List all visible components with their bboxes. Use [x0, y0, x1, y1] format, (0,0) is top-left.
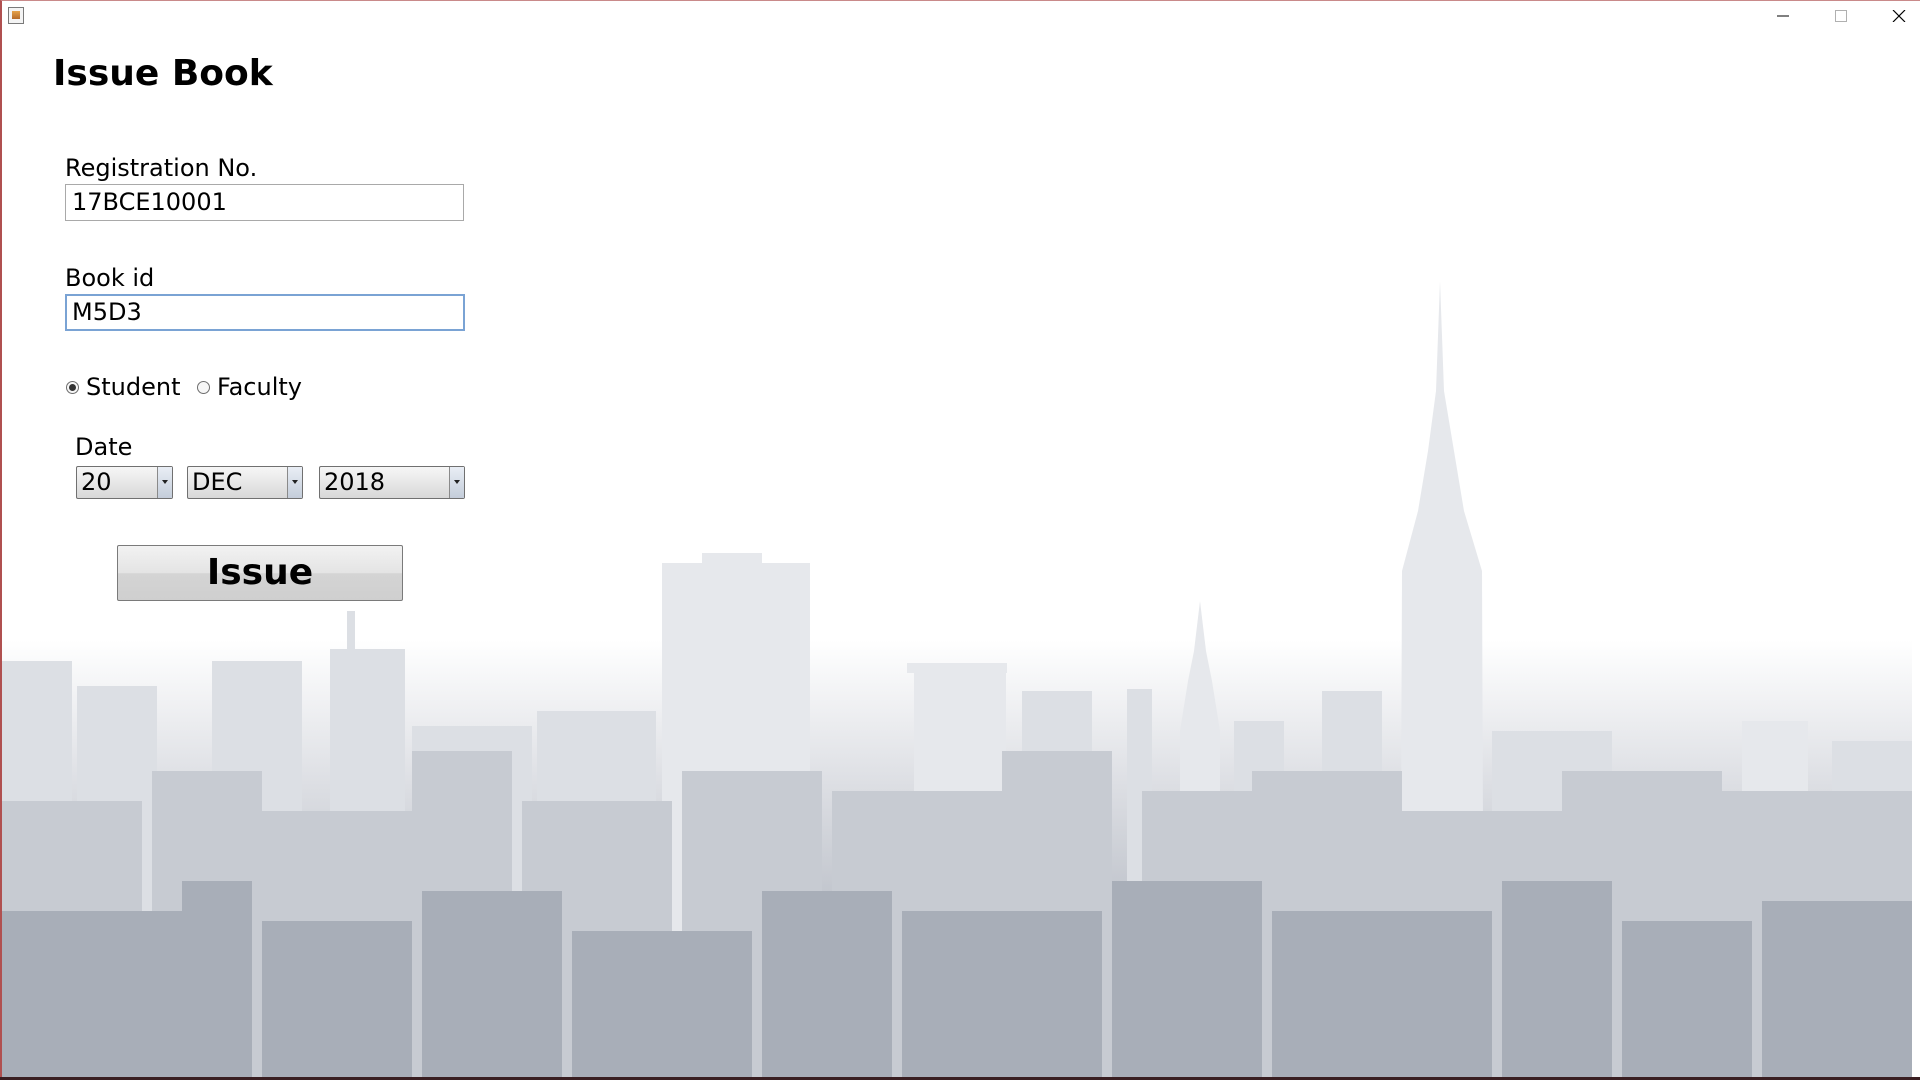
minimize-button[interactable] [1754, 1, 1812, 31]
maximize-button[interactable] [1812, 1, 1870, 31]
window-edge [1912, 31, 1920, 1080]
day-select-value: 20 [81, 468, 112, 496]
java-cup-icon [8, 7, 24, 24]
issue-book-window: Issue Book Registration No. 17BCE10001 B… [0, 0, 1920, 1080]
title-bar [2, 1, 1920, 31]
student-radio-label: Student [86, 373, 181, 401]
month-select[interactable]: DEC [187, 466, 303, 499]
issue-button[interactable]: Issue [117, 545, 403, 601]
faculty-radio[interactable]: Faculty [197, 373, 302, 401]
chevron-down-icon[interactable] [449, 467, 464, 498]
student-radio[interactable]: Student [66, 373, 180, 401]
book-id-input[interactable]: M5D3 [65, 294, 465, 331]
page-title: Issue Book [53, 53, 273, 94]
date-label: Date [75, 433, 133, 461]
faculty-radio-label: Faculty [217, 373, 302, 401]
book-id-label: Book id [65, 264, 155, 292]
registration-input[interactable]: 17BCE10001 [65, 184, 464, 221]
radio-selected-icon [66, 380, 79, 394]
chevron-down-icon[interactable] [287, 467, 302, 498]
day-select[interactable]: 20 [76, 466, 173, 499]
chevron-down-icon[interactable] [157, 467, 172, 498]
minimize-icon [1777, 15, 1789, 17]
close-icon [1892, 10, 1906, 22]
close-button[interactable] [1870, 1, 1920, 31]
registration-label: Registration No. [65, 154, 258, 182]
radio-unselected-icon [197, 380, 210, 394]
year-select-value: 2018 [324, 468, 386, 496]
month-select-value: DEC [192, 468, 243, 496]
year-select[interactable]: 2018 [319, 466, 465, 499]
maximize-icon [1835, 10, 1847, 22]
